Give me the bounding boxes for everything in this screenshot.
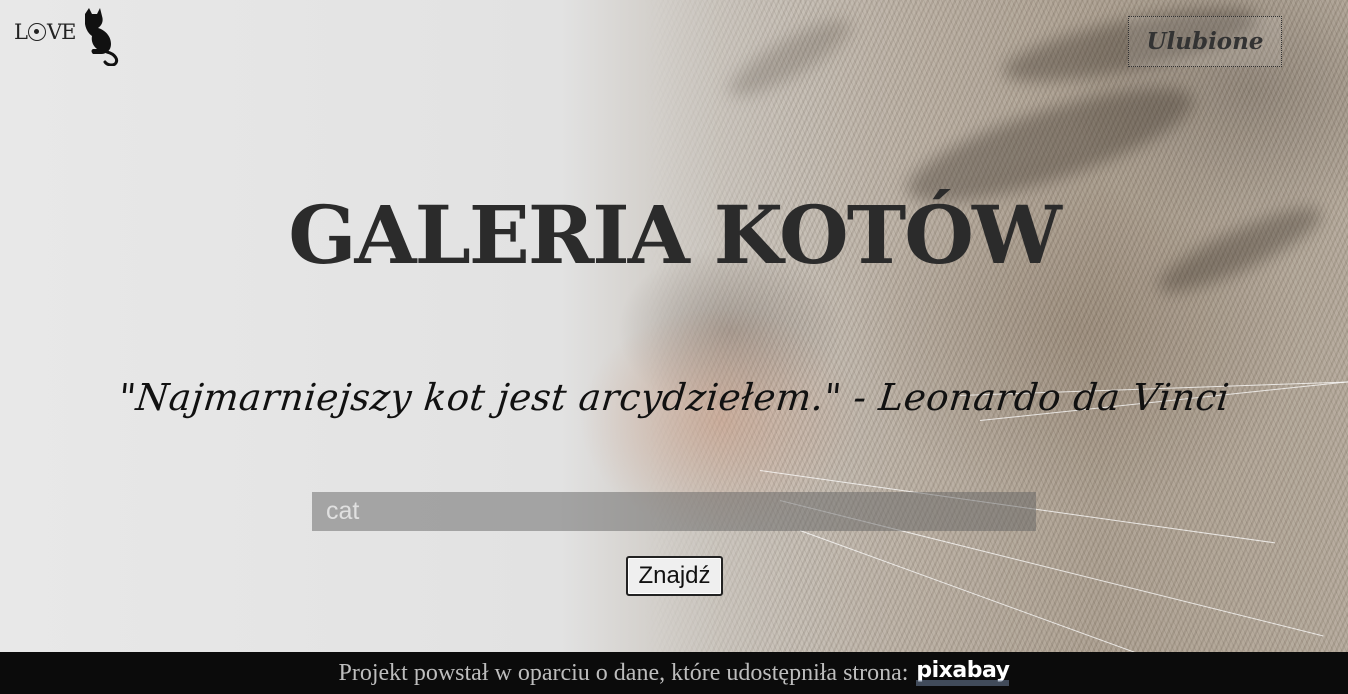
- hero-quote: "Najmarniejszy kot jest arcydziełem." - …: [116, 376, 1232, 419]
- footer: Projekt powstał w oparciu o dane, które …: [0, 652, 1348, 694]
- cat-silhouette-icon: [85, 8, 119, 66]
- logo-text: L VE: [14, 20, 76, 44]
- footer-text: Projekt powstał w oparciu o dane, które …: [338, 659, 909, 686]
- favorites-button[interactable]: Ulubione: [1128, 16, 1282, 67]
- search-button[interactable]: Znajdź: [626, 556, 723, 596]
- pixabay-link[interactable]: pixabay: [916, 658, 1010, 686]
- page-title: GALERIA KOTÓW: [288, 188, 1062, 282]
- hero-background: [0, 0, 1348, 652]
- site-logo[interactable]: L VE: [14, 8, 126, 68]
- search-input[interactable]: [312, 492, 1036, 531]
- paw-circle-icon: [27, 23, 46, 41]
